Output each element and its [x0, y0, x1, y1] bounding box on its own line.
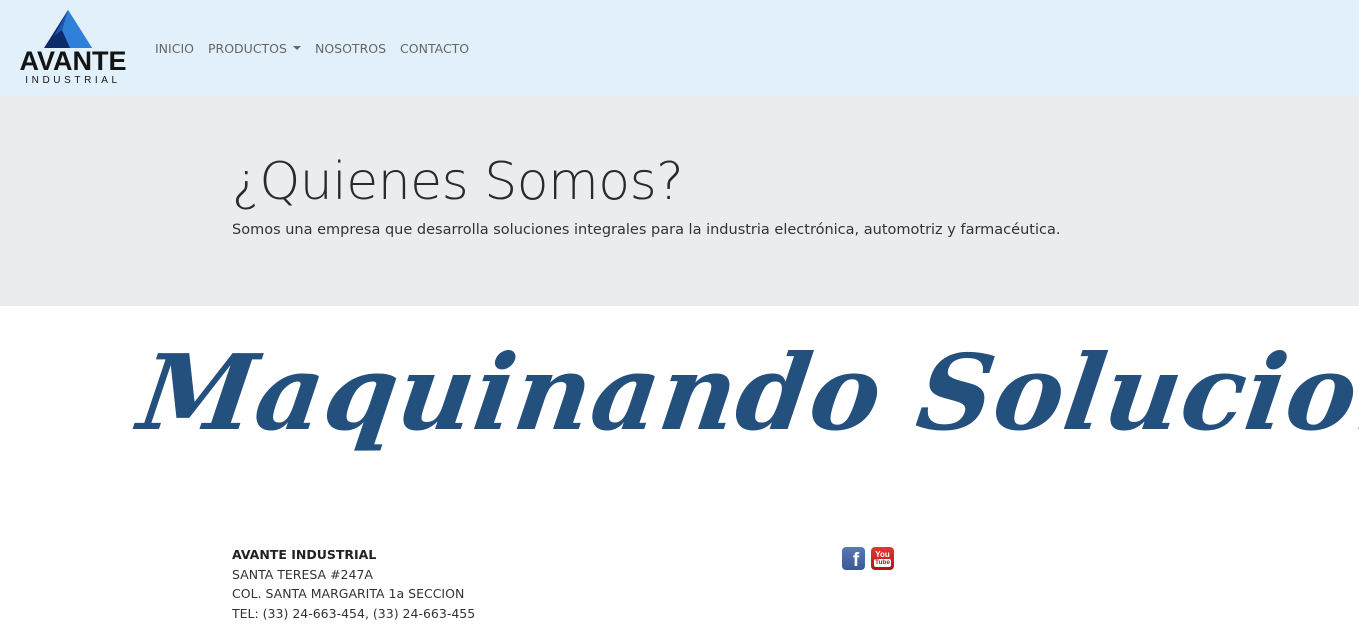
caret-down-icon: [292, 46, 301, 50]
page-description: Somos una empresa que desarrolla solucio…: [232, 222, 1061, 238]
footer-address: AVANTE INDUSTRIAL SANTA TERESA #247A COL…: [232, 545, 732, 623]
youtube-icon[interactable]: You Tube: [871, 547, 894, 570]
nav-inicio[interactable]: INICIO: [148, 41, 201, 56]
nav-nosotros[interactable]: NOSOTROS: [308, 41, 393, 56]
logo-subtitle: INDUSTRIAL: [25, 75, 121, 86]
nav-productos-label: PRODUCTOS: [207, 40, 287, 56]
footer-phone: TEL: (33) 24-663-454, (33) 24-663-455: [232, 605, 476, 621]
jumbotron: ¿Quienes Somos? Somos una empresa que de…: [0, 96, 1359, 306]
avante-logo[interactable]: AVANTE INDUSTRIAL: [8, 8, 136, 88]
nav-inicio-label: INICIO: [155, 40, 194, 56]
slogan-text: Maquinando Soluciones: [131, 331, 1359, 454]
page-title: ¿Quienes Somos?: [232, 152, 684, 212]
slogan-banner: Maquinando Soluciones: [120, 318, 1359, 478]
facebook-icon[interactable]: f: [842, 547, 865, 570]
nav-productos-dropdown[interactable]: PRODUCTOS: [201, 41, 308, 56]
nav-nosotros-label: NOSOTROS: [314, 40, 387, 56]
logo-wordmark: AVANTE: [19, 46, 127, 76]
footer-colony: COL. SANTA MARGARITA 1a SECCION: [232, 586, 465, 601]
navbar: AVANTE INDUSTRIAL INICIO PRODUCTOS NOSOT…: [0, 0, 1359, 96]
footer-street: SANTA TERESA #247A: [232, 566, 373, 582]
nav-contacto[interactable]: CONTACTO: [393, 41, 476, 56]
nav-menu: INICIO PRODUCTOS NOSOTROS CONTACTO: [148, 38, 476, 58]
social-links: f You Tube: [842, 547, 894, 570]
footer-company-name: AVANTE INDUSTRIAL: [232, 547, 377, 562]
nav-contacto-label: CONTACTO: [400, 40, 470, 56]
